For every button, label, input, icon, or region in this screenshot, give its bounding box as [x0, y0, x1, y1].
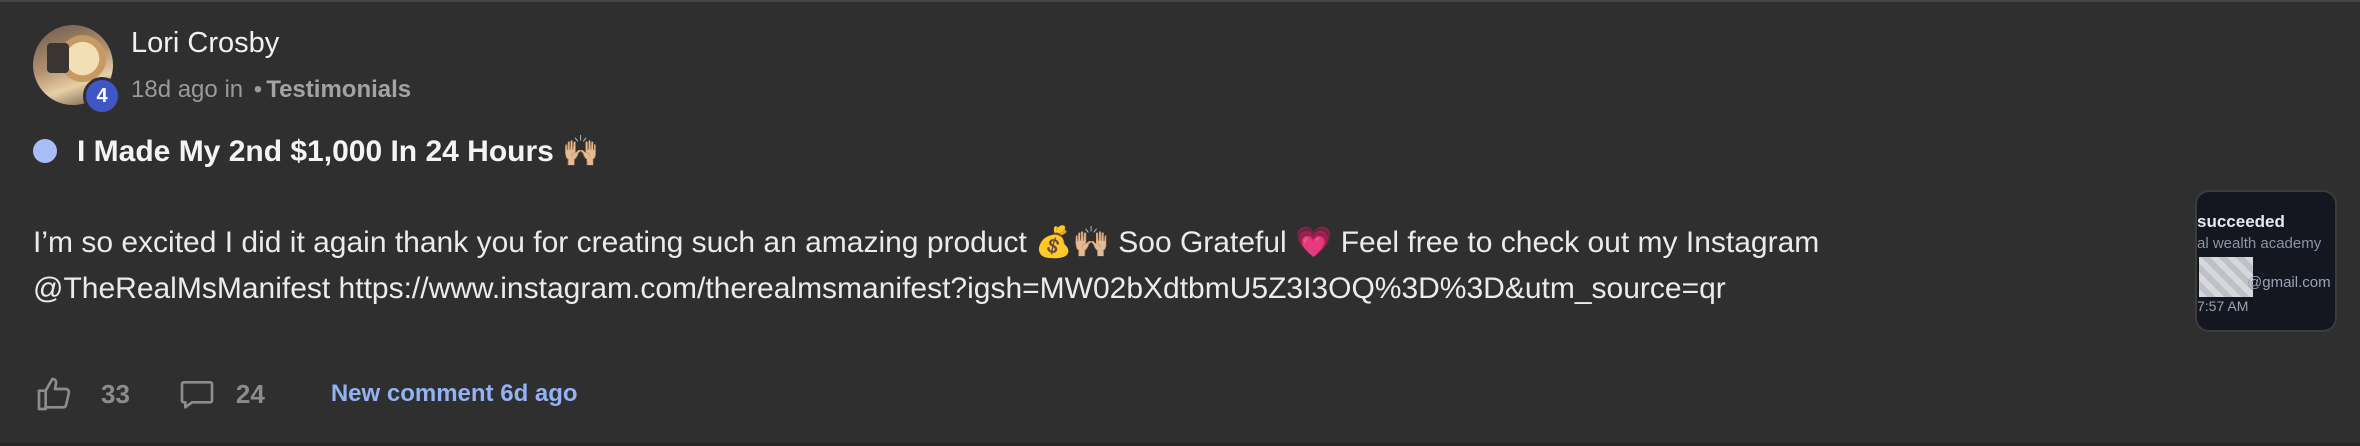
attachment-thumbnail[interactable]: succeeded al wealth academy @gmail.com 7… — [2195, 190, 2337, 332]
author-name[interactable]: Lori Crosby — [131, 27, 279, 60]
in-label: in — [224, 76, 244, 103]
top-divider — [0, 0, 2360, 2]
post-body-line: I’m so excited I did it again thank you … — [33, 226, 1820, 259]
post-title[interactable]: I Made My 2nd $1,000 In 24 Hours 🙌🏼 — [77, 134, 600, 169]
thumbnail-text: 7:57 AM — [2197, 298, 2249, 314]
category-link[interactable]: Testimonials — [266, 76, 411, 103]
post-time: 18d ago — [131, 76, 218, 103]
new-comment-link[interactable]: New comment 6d ago — [331, 380, 578, 408]
author-avatar[interactable]: 4 — [33, 25, 121, 115]
post-footer: 33 24 New comment 6d ago — [33, 370, 578, 418]
post-title-row[interactable]: I Made My 2nd $1,000 In 24 Hours 🙌🏼 — [33, 131, 600, 171]
thumbnail-text: succeeded — [2197, 212, 2285, 231]
thumbs-up-icon[interactable] — [33, 373, 75, 415]
meta-separator: • — [253, 76, 263, 103]
thumbnail-redacted-block — [2199, 257, 2253, 297]
post-meta: 18d ago in • Testimonials — [131, 76, 411, 104]
like-count: 33 — [101, 378, 130, 409]
level-badge: 4 — [83, 77, 121, 115]
unread-dot-icon — [33, 139, 57, 163]
thumbnail-text: al wealth academy — [2197, 235, 2322, 252]
comment-bubble-icon[interactable] — [176, 373, 218, 415]
thumbnail-text: @gmail.com — [2247, 274, 2331, 291]
post-body: I’m so excited I did it again thank you … — [33, 220, 2153, 312]
comment-count: 24 — [235, 378, 265, 409]
post-body-line: @TheRealMsManifest https://www.instagram… — [33, 272, 1726, 305]
